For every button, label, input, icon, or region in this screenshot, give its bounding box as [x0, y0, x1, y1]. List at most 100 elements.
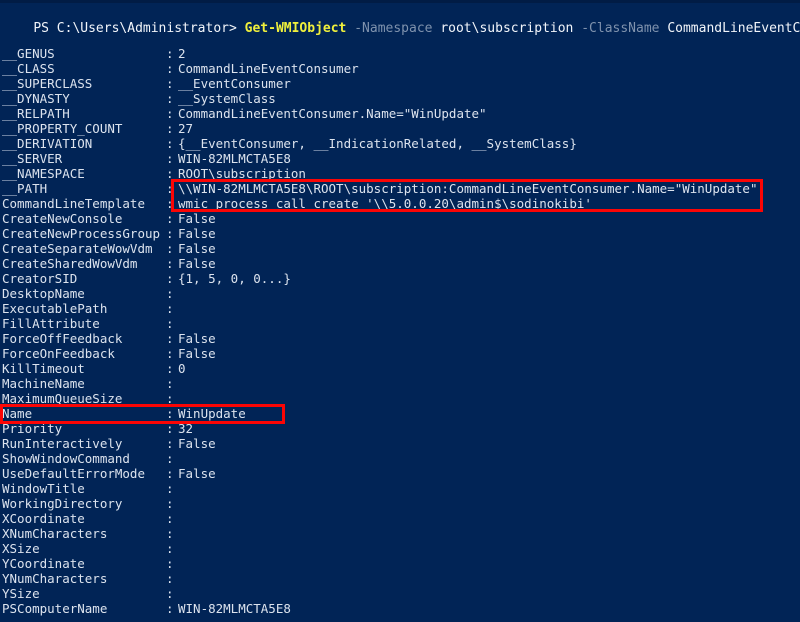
- cmdlet-token: Get-WMIObject: [244, 21, 347, 36]
- property-separator: :: [166, 121, 174, 136]
- property-name: RunInteractively: [2, 436, 123, 451]
- property-row: KillTimeout:0: [0, 361, 800, 376]
- property-name: CreateNewConsole: [2, 211, 123, 226]
- property-row: ForceOnFeedback: False: [0, 346, 800, 361]
- property-name: ForceOnFeedback: [2, 346, 115, 361]
- property-value: WIN-82MLMCTA5E8: [178, 601, 291, 616]
- property-value: CommandLineEventConsumer: [178, 61, 359, 76]
- property-name: ForceOffFeedback: [2, 331, 123, 346]
- property-row: XNumCharacters:: [0, 526, 800, 541]
- property-separator: :: [166, 586, 174, 601]
- property-name: XCoordinate: [2, 511, 85, 526]
- property-separator: :: [166, 256, 174, 271]
- property-name: DesktopName: [2, 286, 85, 301]
- powershell-console-window[interactable]: PS C:\Users\Administrator> Get-WMIObject…: [0, 0, 800, 622]
- property-row: FillAttribute:: [0, 316, 800, 331]
- property-value: ROOT\subscription: [178, 166, 306, 181]
- property-name: FillAttribute: [2, 316, 100, 331]
- property-row: __DYNASTY: __SystemClass: [0, 91, 800, 106]
- property-row: __NAMESPACE: ROOT\subscription: [0, 166, 800, 181]
- property-row: YCoordinate:: [0, 556, 800, 571]
- classname-argument-token: CommandLineEventConsumer: [667, 21, 800, 36]
- property-row: MaximumQueueSize:: [0, 391, 800, 406]
- property-separator: :: [166, 271, 174, 286]
- property-row: CreateSeparateWowVdm: False: [0, 241, 800, 256]
- property-row: YSize:: [0, 586, 800, 601]
- property-separator: :: [166, 571, 174, 586]
- property-separator: :: [166, 406, 174, 421]
- property-name: __SERVER: [2, 151, 63, 166]
- property-row: UseDefaultErrorMode: False: [0, 466, 800, 481]
- shell-prefix: PS: [33, 21, 49, 36]
- property-name: __SUPERCLASS: [2, 76, 93, 91]
- property-value: 32: [178, 421, 194, 436]
- property-separator: :: [166, 211, 174, 226]
- property-separator: :: [166, 391, 174, 406]
- property-separator: :: [166, 481, 174, 496]
- property-value: \\WIN-82MLMCTA5E8\ROOT\subscription:Comm…: [178, 181, 758, 196]
- property-value: WIN-82MLMCTA5E8: [178, 151, 291, 166]
- property-row: Name: WinUpdate: [0, 406, 800, 421]
- property-separator: :: [166, 496, 174, 511]
- property-name: Name: [2, 406, 33, 421]
- property-name: CreatorSID: [2, 271, 78, 286]
- property-separator: :: [166, 601, 174, 616]
- property-separator: :: [166, 541, 174, 556]
- property-separator: :: [166, 151, 174, 166]
- property-name: YSize: [2, 586, 40, 601]
- property-separator: :: [166, 61, 174, 76]
- property-row: Priority:32: [0, 421, 800, 436]
- property-value: 2: [178, 46, 186, 61]
- property-value: 27: [178, 121, 194, 136]
- property-name: ShowWindowCommand: [2, 451, 130, 466]
- property-value: WinUpdate: [178, 406, 246, 421]
- property-separator: :: [166, 241, 174, 256]
- property-separator: :: [166, 376, 174, 391]
- property-value: False: [178, 466, 216, 481]
- property-value: False: [178, 331, 216, 346]
- property-name: ExecutablePath: [2, 301, 108, 316]
- property-row: CreateNewConsole: False: [0, 211, 800, 226]
- property-name: WindowTitle: [2, 481, 85, 496]
- property-separator: :: [166, 286, 174, 301]
- property-value: CommandLineEventConsumer.Name="WinUpdate…: [178, 106, 487, 121]
- property-separator: :: [166, 166, 174, 181]
- property-row: RunInteractively: False: [0, 436, 800, 451]
- property-separator: :: [166, 526, 174, 541]
- property-name: MachineName: [2, 376, 85, 391]
- property-row: __PROPERTY_COUNT:27: [0, 121, 800, 136]
- property-separator: :: [166, 136, 174, 151]
- wmi-object-property-list: __GENUS:2 __CLASS: CommandLineEventConsume…: [0, 46, 800, 616]
- property-name: __RELPATH: [2, 106, 70, 121]
- property-row: PSComputerName: WIN-82MLMCTA5E8: [0, 601, 800, 616]
- property-name: __GENUS: [2, 46, 55, 61]
- property-row: CommandLineTemplate: wmic process call cr…: [0, 196, 800, 211]
- property-separator: :: [166, 316, 174, 331]
- property-value: {1, 5, 0, 0...}: [178, 271, 291, 286]
- property-value: False: [178, 241, 216, 256]
- property-row: XCoordinate:: [0, 511, 800, 526]
- property-row: __PATH: \\WIN-82MLMCTA5E8\ROOT\subscripti…: [0, 181, 800, 196]
- property-value: __SystemClass: [178, 91, 276, 106]
- property-name: __PATH: [2, 181, 48, 196]
- property-separator: :: [166, 421, 174, 436]
- property-row: __RELPATH: CommandLineEventConsumer.Name=…: [0, 106, 800, 121]
- property-value: False: [178, 436, 216, 451]
- property-row: ForceOffFeedback: False: [0, 331, 800, 346]
- property-name: CreateSeparateWowVdm: [2, 241, 153, 256]
- property-row: CreateSharedWowVdm: False: [0, 256, 800, 271]
- property-row: YNumCharacters:: [0, 571, 800, 586]
- namespace-argument-token: root\subscription: [440, 21, 574, 36]
- property-separator: :: [166, 361, 174, 376]
- property-separator: :: [166, 181, 174, 196]
- property-separator: :: [166, 196, 174, 211]
- property-row: ShowWindowCommand:: [0, 451, 800, 466]
- property-row: __CLASS: CommandLineEventConsumer: [0, 61, 800, 76]
- property-value: False: [178, 256, 216, 271]
- property-name: Priority: [2, 421, 63, 436]
- property-name: CommandLineTemplate: [2, 196, 145, 211]
- property-separator: :: [166, 466, 174, 481]
- property-separator: :: [166, 436, 174, 451]
- property-row: XSize:: [0, 541, 800, 556]
- property-row: MachineName:: [0, 376, 800, 391]
